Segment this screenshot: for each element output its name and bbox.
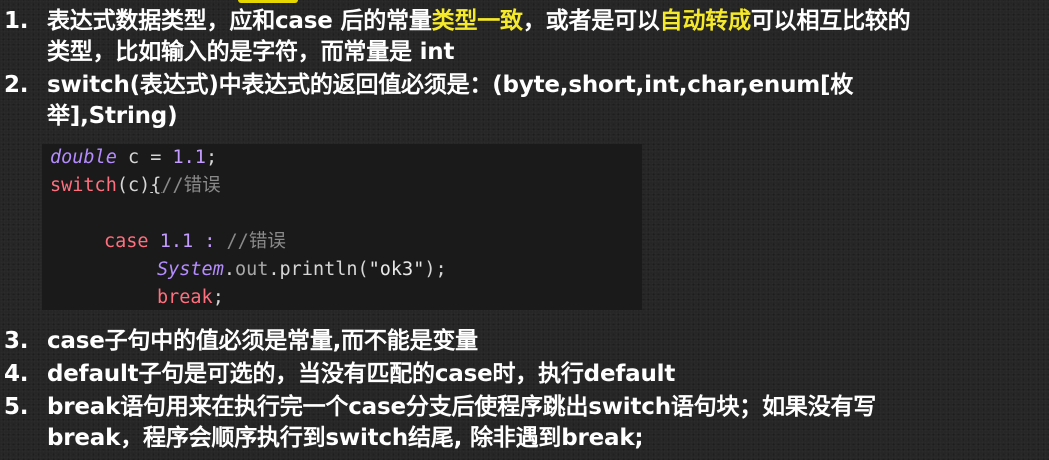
item-number: 2. xyxy=(4,72,29,98)
code-text: ; xyxy=(205,147,218,168)
highlight-sliver xyxy=(238,0,298,3)
code-block: double c = 1.1; switch(c){//错误 case 1.1 … xyxy=(42,144,642,310)
code-comment: //错误 xyxy=(226,231,286,252)
item-number: 3. xyxy=(4,328,29,354)
code-field: out xyxy=(234,259,269,280)
text-segment: ，或者是可以 xyxy=(522,8,660,34)
item-number: 5. xyxy=(4,394,29,420)
item-text: 表达式数据类型，应和case 后的常量类型一致，或者是可以自动转成可以相互比较的 xyxy=(47,6,1047,37)
item-text: switch(表达式)中表达式的返回值必须是：(byte,short,int,c… xyxy=(47,72,854,98)
code-number: 1.1 xyxy=(159,231,194,252)
code-line: double c = 1.1; xyxy=(50,144,217,172)
code-keyword: double xyxy=(50,147,117,168)
code-text: . xyxy=(223,259,235,280)
code-keyword: break xyxy=(157,287,213,308)
text-segment: 可以相互比较的 xyxy=(750,8,911,34)
code-text: : xyxy=(193,231,227,252)
item-text: default子句是可选的，当没有匹配的case时，执行default xyxy=(47,361,676,387)
code-line: switch(c){//错误 xyxy=(50,172,221,200)
item-text-continuation: 类型，比如输入的是字符，而常量是 int xyxy=(47,39,455,65)
code-text: c = xyxy=(116,147,173,168)
code-keyword: case xyxy=(104,231,149,252)
code-text: (c) xyxy=(116,175,151,196)
code-line: case 1.1 : //错误 xyxy=(104,228,286,256)
text-segment: 表达式数据类型，应和case 后的常量 xyxy=(47,8,432,34)
code-class: System xyxy=(157,259,224,280)
item-text-continuation: 举],String) xyxy=(47,103,178,129)
code-comment: //错误 xyxy=(161,175,221,196)
code-number: 1.1 xyxy=(172,147,206,168)
highlight-text: 类型一致 xyxy=(431,8,523,34)
item-number: 1. xyxy=(4,8,29,34)
item-text: case子句中的值必须是常量,而不能是变量 xyxy=(47,328,478,354)
code-text: ; xyxy=(212,287,224,308)
code-keyword: switch xyxy=(50,175,117,196)
code-text: ); xyxy=(424,259,447,280)
item-text: break语句用来在执行完一个case分支后使程序跳出switch语句块；如果没… xyxy=(47,394,877,420)
code-string: "ok3" xyxy=(368,259,425,280)
code-brace: { xyxy=(150,175,162,196)
item-number: 4. xyxy=(4,361,29,387)
item-text-continuation: break，程序会顺序执行到switch结尾, 除非遇到break; xyxy=(47,425,644,451)
code-line: System.out.println("ok3"); xyxy=(157,256,447,284)
highlight-text: 自动转成 xyxy=(659,8,751,34)
code-text: .println( xyxy=(268,259,369,280)
code-line: break; xyxy=(157,284,224,312)
